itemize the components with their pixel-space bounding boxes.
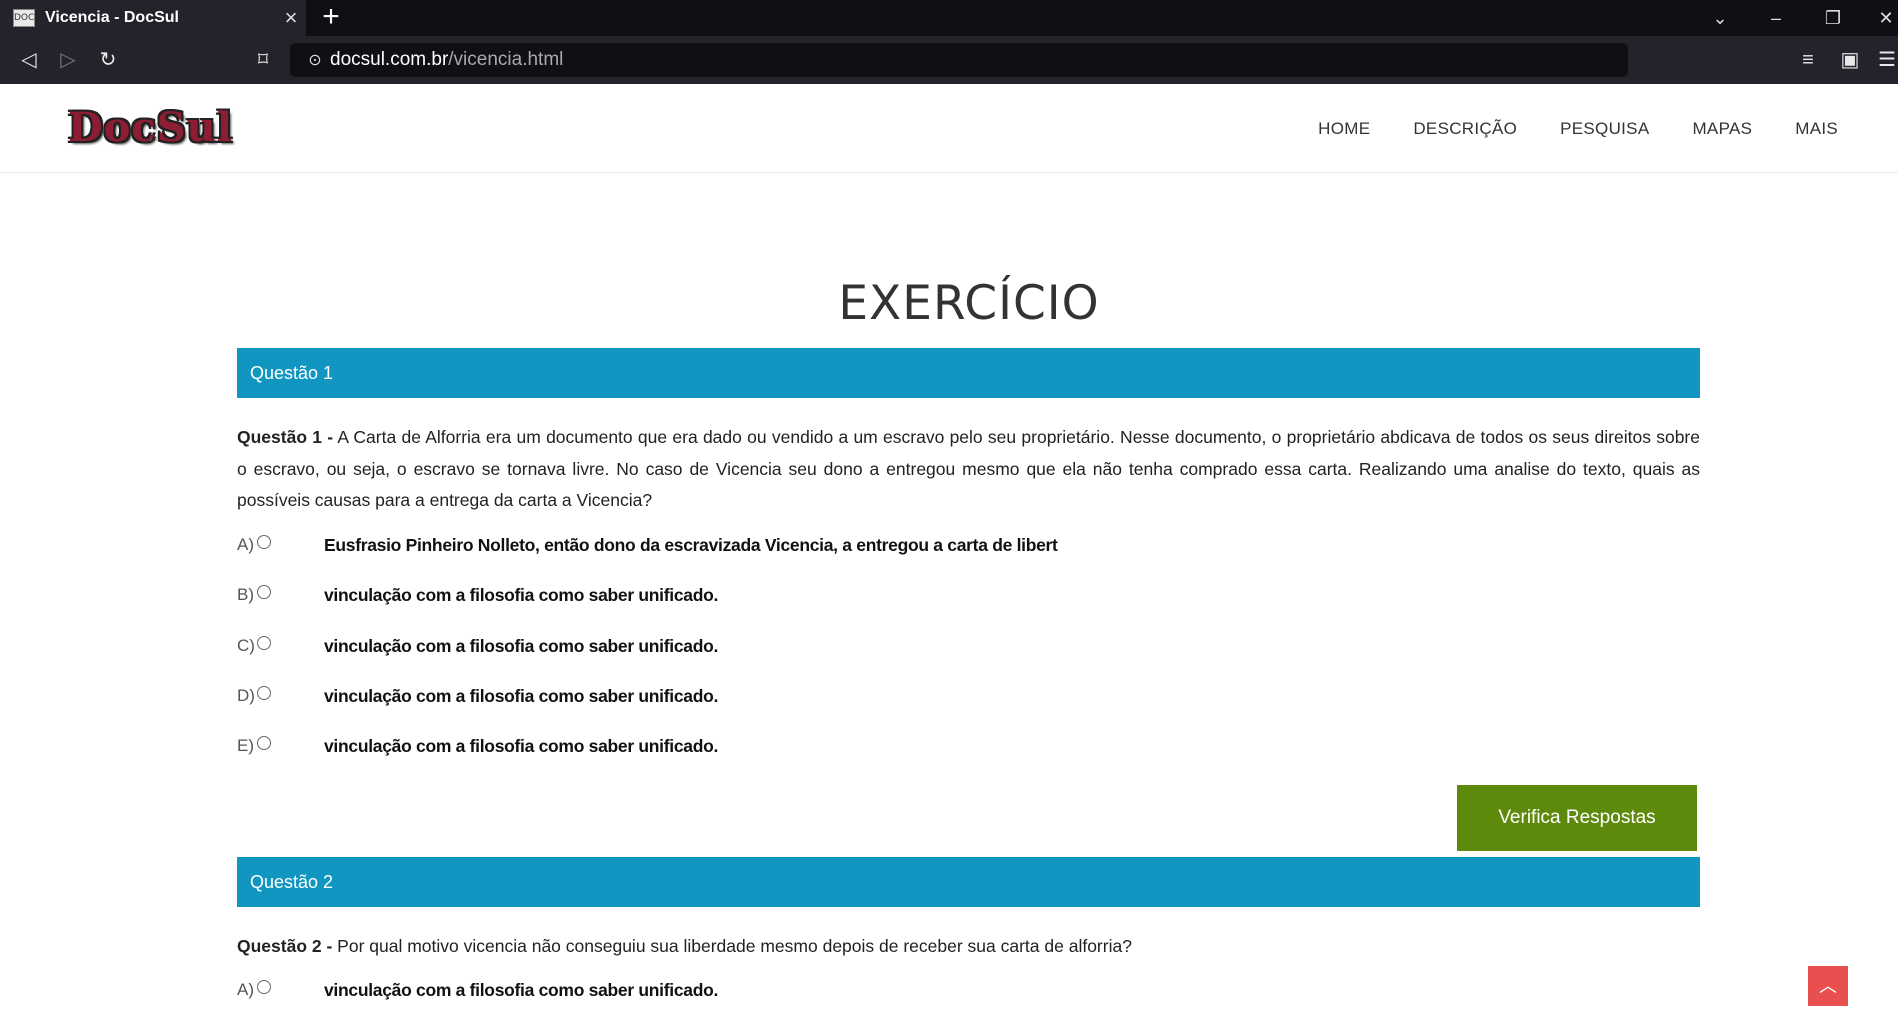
- option-letter: C): [237, 636, 255, 655]
- site-logo[interactable]: DocSul: [68, 104, 233, 151]
- chevron-up-icon: ︿: [1819, 976, 1837, 996]
- question-1-option-c[interactable]: C) vinculação com a filosofia como saber…: [237, 631, 1700, 661]
- option-text: vinculação com a filosofia como saber un…: [324, 584, 719, 605]
- tab-list-icon[interactable]: ⌄: [1700, 4, 1740, 32]
- question-1-option-b[interactable]: B) vinculação com a filosofia como saber…: [237, 580, 1700, 610]
- radio-button[interactable]: [257, 535, 271, 549]
- option-letter: A): [237, 980, 254, 999]
- option-text: vinculação com a filosofia como saber un…: [324, 979, 719, 1000]
- menu-item-mais[interactable]: MAIS: [1795, 119, 1838, 139]
- address-bar[interactable]: ⊙ docsul.com.br/vicencia.html: [290, 43, 1628, 77]
- new-tab-icon[interactable]: +: [318, 2, 344, 32]
- radio-button[interactable]: [257, 585, 271, 599]
- browser-toolbar: ◁ ▷ ↻ ⌑ ⊙ docsul.com.br/vicencia.html ≡ …: [0, 36, 1898, 84]
- radio-button[interactable]: [257, 980, 271, 994]
- radio-button[interactable]: [257, 736, 271, 750]
- option-text: Eusfrasio Pinheiro Nolleto, então dono d…: [324, 534, 1058, 555]
- tab-title: Vicencia - DocSul: [45, 9, 179, 26]
- option-text: vinculação com a filosofia como saber un…: [324, 685, 719, 706]
- menu-item-descricao[interactable]: DESCRIÇÃO: [1413, 119, 1517, 139]
- option-letter: D): [237, 686, 255, 705]
- main-menu: HOME DESCRIÇÃO PESQUISA MAPAS MAIS: [1275, 84, 1838, 173]
- browser-tab[interactable]: DOC Vicencia - DocSul ×: [0, 0, 306, 36]
- wallet-icon[interactable]: ▣: [1835, 46, 1865, 74]
- restore-icon[interactable]: ❐: [1813, 4, 1853, 32]
- option-letter: A): [237, 535, 254, 554]
- radio-button[interactable]: [257, 636, 271, 650]
- bookmark-icon[interactable]: ⌑: [248, 46, 278, 74]
- site-info-icon[interactable]: ⊙: [300, 50, 330, 70]
- url-text: docsul.com.br/vicencia.html: [330, 49, 564, 70]
- close-tab-icon[interactable]: ×: [276, 5, 306, 31]
- site-header: DocSul HOME DESCRIÇÃO PESQUISA MAPAS MAI…: [0, 84, 1898, 173]
- page-title: EXERCÍCIO: [838, 276, 1100, 331]
- question-1-header: Questão 1: [237, 348, 1700, 398]
- option-letter: E): [237, 736, 254, 755]
- back-to-top-button[interactable]: ︿: [1808, 966, 1848, 1006]
- question-1-text: Questão 1 - A Carta de Alforria era um d…: [237, 427, 1700, 510]
- back-icon[interactable]: ◁: [14, 46, 44, 74]
- question-1-option-e[interactable]: E) vinculação com a filosofia como saber…: [237, 731, 1700, 761]
- menu-item-pesquisa[interactable]: PESQUISA: [1560, 119, 1649, 139]
- question-2-text: Questão 2 - Por qual motivo vicencia não…: [237, 936, 1132, 956]
- menu-icon[interactable]: ☰: [1876, 46, 1898, 74]
- reload-icon[interactable]: ↻: [93, 46, 123, 74]
- close-window-icon[interactable]: ✕: [1866, 4, 1898, 32]
- question-1-option-a[interactable]: A) Eusfrasio Pinheiro Nolleto, então don…: [237, 530, 1700, 560]
- favicon-icon: DOC: [13, 9, 35, 27]
- option-text: vinculação com a filosofia como saber un…: [324, 635, 719, 656]
- menu-item-mapas[interactable]: MAPAS: [1692, 119, 1752, 139]
- radio-button[interactable]: [257, 686, 271, 700]
- forward-icon[interactable]: ▷: [53, 46, 83, 74]
- playlist-icon[interactable]: ≡: [1793, 46, 1823, 74]
- question-2-header: Questão 2: [237, 857, 1700, 907]
- minimize-icon[interactable]: –: [1756, 4, 1796, 32]
- browser-tabbar: DOC Vicencia - DocSul × + ⌄ – ❐ ✕: [0, 0, 1898, 36]
- option-text: vinculação com a filosofia como saber un…: [324, 735, 719, 756]
- verify-answers-button[interactable]: Verifica Respostas: [1457, 785, 1697, 851]
- option-letter: B): [237, 585, 254, 604]
- question-2-option-a[interactable]: A) vinculação com a filosofia como saber…: [237, 975, 1700, 1005]
- question-1-option-d[interactable]: D) vinculação com a filosofia como saber…: [237, 681, 1700, 711]
- menu-item-home[interactable]: HOME: [1318, 119, 1370, 139]
